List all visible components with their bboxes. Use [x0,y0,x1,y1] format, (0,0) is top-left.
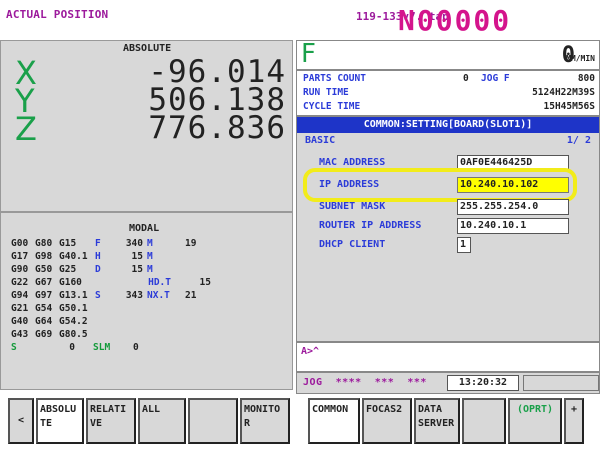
spindle-label: S [11,342,17,353]
modal-panel: MODAL G00 G80 G15 F 340 M 19 G17 G98 G40.1 H 15 M G… [0,212,293,390]
modal-row: G17 G98 G40.1 H 15 M [11,251,153,262]
operation-mode: JOG **** *** *** [303,377,427,388]
modal-heading: MODAL [129,223,160,234]
softkey-next-button[interactable]: + [564,398,584,444]
position-heading: ABSOLUTE [123,43,172,54]
subnet-mask-field[interactable]: 255.255.254.0 [457,199,569,215]
mac-address-label: MAC ADDRESS [319,157,386,168]
modal-row: G40 G64 G54.2 [11,316,88,327]
dhcp-client-field[interactable]: 1 [457,237,471,253]
sequence-number: N00000 [398,4,512,37]
screen-header: ACTUAL POSITION 119-133v7. tap N00000 [0,0,600,40]
parts-count-value: 0 [463,73,469,84]
softkey-blank-right[interactable] [462,398,506,444]
modal-row: G00 G80 G15 F 340 M 19 [11,238,197,249]
highlight-ring [303,168,577,202]
softkey-operation-button[interactable]: (OPRT) [508,398,562,444]
key-input-buffer[interactable]: A>^ [296,342,600,372]
jog-feed-value: 800 [577,73,595,84]
status-cell [523,375,599,391]
cycle-time-label: CYCLE TIME [303,101,361,112]
clock: 13:20:32 [447,375,519,391]
run-time-value: 5124H22M39S [532,87,595,98]
modal-row: G90 G50 G25 D 15 M [11,264,153,275]
router-ip-label: ROUTER IP ADDRESS [319,220,422,231]
run-time-label: RUN TIME [303,87,349,98]
parts-count-label: PARTS COUNT [303,73,366,84]
cycle-time-row: CYCLE TIME 15H45M56S [303,100,597,114]
run-info-panel: PARTS COUNT 0 JOG F 800 RUN TIME 5124H22… [296,70,600,116]
softkey-absolute-button[interactable]: ABSOLU TE [36,398,84,444]
softkey-monitor-button[interactable]: MONITO R [240,398,290,444]
modal-row: G21 G54 G50.1 [11,303,88,314]
softkey-relative-button[interactable]: RELATI VE [86,398,136,444]
softkey-data-server-button[interactable]: DATA SERVER [414,398,460,444]
operation-label: (OPRT) [516,404,554,415]
slm-label: SLM [93,342,111,353]
feed-unit: MM/MIN [566,54,595,63]
input-prompt: A>^ [301,346,320,357]
softkey-all-button[interactable]: ALL [138,398,186,444]
softkey-bar: < ABSOLU TE RELATI VE ALL MONITO R COMMO… [0,394,600,462]
subnet-mask-label: SUBNET MASK [319,201,386,212]
spindle-row: S 0 SLM 0 [11,341,139,354]
setting-panel: COMMON:SETTING[BOARD(SLOT1)] BASIC 1/ 2 … [296,116,600,342]
jog-feed-label: JOG F [481,73,510,84]
modal-row: G22 G67 G160 HD.T 15 [11,277,211,288]
run-time-row: RUN TIME 5124H22M39S [303,86,597,100]
spindle-value: 0 [69,342,75,353]
softkey-focas2-button[interactable]: FOCAS2 [362,398,412,444]
dhcp-client-label: DHCP CLIENT [319,239,386,250]
router-ip-field[interactable]: 10.240.10.1 [457,218,569,234]
setting-page-number: 1/ 2 [566,135,591,146]
axis-z-label: Z [15,110,37,148]
softkey-common-button[interactable]: COMMON [308,398,360,444]
status-bar: JOG **** *** *** 13:20:32 [296,372,600,394]
modal-row: G43 G69 G80.5 [11,329,88,340]
cycle-time-value: 15H45M56S [543,101,595,112]
setting-title: COMMON:SETTING[BOARD(SLOT1)] [297,117,599,133]
feed-rate-panel: F 0 MM/MIN [296,39,600,70]
modal-row: G94 G97 G13.1 S 343 NX.T 21 [11,290,197,301]
softkey-blank-left[interactable] [188,398,238,444]
parts-count-row: PARTS COUNT 0 JOG F 800 [303,72,597,86]
slm-value: 0 [133,342,139,353]
feed-label: F [301,39,316,69]
softkey-prev-button[interactable]: < [8,398,34,444]
axis-z-value: 776.836 [148,110,286,146]
screen-title: ACTUAL POSITION [6,8,109,21]
position-panel: ABSOLUTE X -96.014 Y 506.138 Z 776.836 [0,40,293,212]
setting-section: BASIC [305,135,336,146]
